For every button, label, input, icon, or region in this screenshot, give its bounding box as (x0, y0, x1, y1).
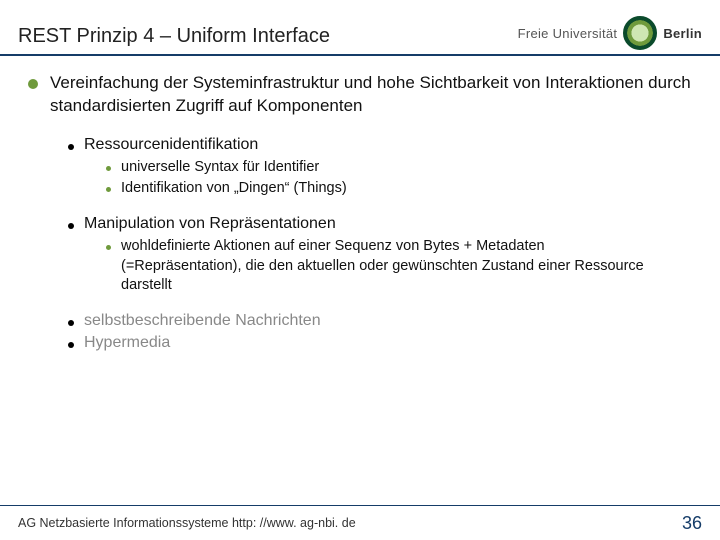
slide-header: REST Prinzip 4 – Uniform Interface Freie… (0, 0, 720, 54)
university-logo: Freie Universität Berlin (518, 16, 702, 54)
item-label: Hypermedia (84, 334, 170, 352)
bullet-icon (68, 342, 74, 348)
bullet-icon (68, 223, 74, 229)
item-label: Manipulation von Repräsentationen (84, 215, 336, 233)
list-item: Manipulation von Repräsentationen (68, 215, 692, 233)
list-item: Ressourcenidentifikation (68, 136, 692, 154)
slide-content: Vereinfachung der Systeminfrastruktur un… (0, 56, 720, 352)
seal-icon (623, 16, 657, 50)
bullet-icon (106, 245, 111, 250)
list-item: selbstbeschreibende Nachrichten (68, 312, 692, 330)
bullet-icon (106, 166, 111, 171)
bullet-icon (28, 79, 38, 89)
item-label: Ressourcenidentifikation (84, 136, 258, 154)
list-subitem: wohldefinierte Aktionen auf einer Sequen… (106, 237, 692, 296)
list-subitem: Identifikation von „Dingen“ (Things) (106, 179, 692, 199)
lead-text: Vereinfachung der Systeminfrastruktur un… (50, 72, 692, 118)
list-subitem: universelle Syntax für Identifier (106, 158, 692, 178)
logo-text: Freie Universität (518, 26, 618, 41)
item-label: selbstbeschreibende Nachrichten (84, 312, 321, 330)
bullet-icon (106, 187, 111, 192)
lead-bullet: Vereinfachung der Systeminfrastruktur un… (28, 72, 692, 118)
page-number: 36 (682, 513, 702, 534)
bullet-icon (68, 320, 74, 326)
bullet-icon (68, 144, 74, 150)
footer-text: AG Netzbasierte Informationssysteme http… (18, 516, 356, 530)
slide-title: REST Prinzip 4 – Uniform Interface (18, 25, 330, 54)
list-item: Hypermedia (68, 334, 692, 352)
slide-footer: AG Netzbasierte Informationssysteme http… (0, 506, 720, 540)
